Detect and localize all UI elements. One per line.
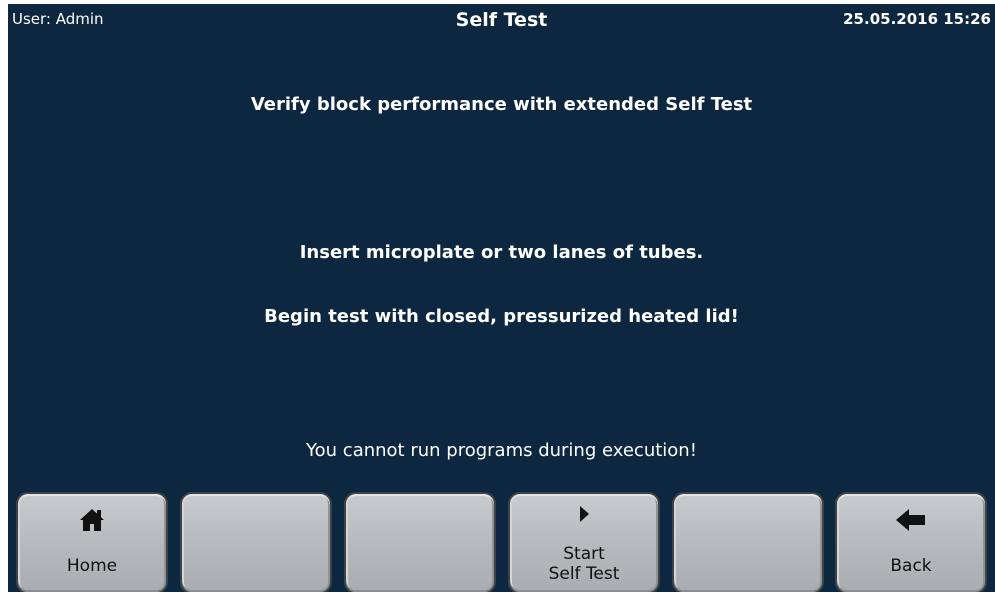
start-self-test-button[interactable]: Start Self Test xyxy=(508,492,660,592)
softkey-5-button[interactable] xyxy=(672,492,824,592)
begin-instruction: Begin test with closed, pressurized heat… xyxy=(264,306,739,327)
softkey-2-button[interactable] xyxy=(180,492,332,592)
home-icon xyxy=(18,506,166,534)
start-label-line1: Start xyxy=(563,544,605,564)
back-button[interactable]: Back xyxy=(835,492,987,592)
verify-instruction: Verify block performance with extended S… xyxy=(250,94,753,115)
softkey-3-button[interactable] xyxy=(344,492,496,592)
execution-warning: You cannot run programs during execution… xyxy=(306,440,697,461)
home-button[interactable]: Home xyxy=(16,492,168,592)
home-button-label: Home xyxy=(66,556,118,576)
insert-instruction: Insert microplate or two lanes of tubes. xyxy=(299,242,704,263)
softkey-bar: Home Start Self Test Back xyxy=(8,488,995,592)
back-button-label: Back xyxy=(890,556,932,576)
arrow-left-icon xyxy=(837,506,985,534)
start-label-line2: Self Test xyxy=(548,564,620,584)
date-time: 25.05.2016 15:26 xyxy=(843,10,991,28)
play-icon xyxy=(510,504,658,524)
start-self-test-label: Start Self Test xyxy=(510,544,658,584)
device-screen: User: Admin Self Test 25.05.2016 15:26 V… xyxy=(0,0,995,592)
